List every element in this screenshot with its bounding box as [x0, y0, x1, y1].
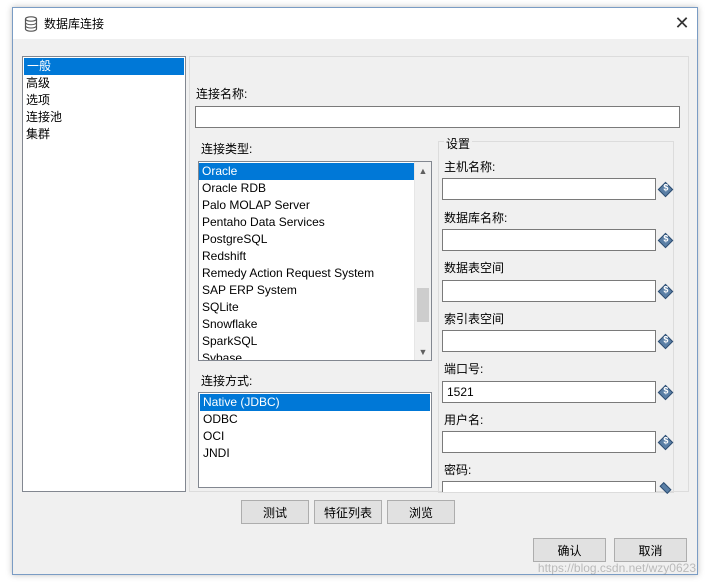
feature-list-button[interactable]: 特征列表	[314, 500, 382, 524]
connection-type-item[interactable]: Oracle RDB	[199, 180, 414, 197]
host-input[interactable]	[442, 178, 656, 200]
connection-type-list[interactable]: Oracle Oracle RDB Palo MOLAP Server Pentaho…	[198, 161, 432, 361]
access-method-item[interactable]: JNDI	[200, 445, 430, 462]
scroll-up-icon[interactable]: ▲	[415, 162, 431, 179]
nav-item[interactable]: 集群	[23, 126, 185, 143]
index-tablespace-input[interactable]	[442, 330, 656, 352]
username-label: 用户名:	[444, 413, 484, 427]
username-input[interactable]	[442, 431, 656, 453]
host-label: 主机名称:	[444, 160, 496, 174]
connection-type-item[interactable]: SparkSQL	[199, 333, 414, 350]
connection-type-item[interactable]: PostgreSQL	[199, 231, 414, 248]
close-button[interactable]: ✕	[667, 8, 697, 39]
connection-type-item[interactable]: Palo MOLAP Server	[199, 197, 414, 214]
access-method-item[interactable]: ODBC	[200, 411, 430, 428]
access-method-item[interactable]: Native (JDBC)	[200, 394, 430, 411]
password-input[interactable]	[442, 481, 656, 492]
nav-item[interactable]: 高级	[23, 75, 185, 92]
scroll-down-icon[interactable]: ▼	[415, 343, 431, 360]
connection-type-label: 连接类型:	[201, 142, 253, 156]
password-label: 密码:	[444, 463, 472, 477]
database-connection-dialog: 数据库连接 ✕ 一般 高级 选项 连接池 集群 连接名称: 连接类型: Oracle Or…	[12, 7, 698, 575]
connection-type-item[interactable]: Oracle	[199, 163, 414, 180]
port-label: 端口号:	[444, 362, 484, 376]
tablespace-input[interactable]	[442, 280, 656, 302]
connection-name-input[interactable]	[195, 106, 680, 128]
access-method-label: 连接方式:	[201, 374, 253, 388]
connection-name-label: 连接名称:	[196, 87, 248, 101]
connection-type-item[interactable]: Pentaho Data Services	[199, 214, 414, 231]
connection-type-item[interactable]: Sybase	[199, 350, 414, 360]
close-icon: ✕	[674, 13, 690, 33]
database-icon	[24, 15, 38, 32]
explore-button[interactable]: 浏览	[387, 500, 455, 524]
settings-group-title: 设置	[444, 135, 473, 152]
test-button[interactable]: 测试	[241, 500, 309, 524]
access-method-list[interactable]: Native (JDBC) ODBC OCI JNDI	[198, 392, 432, 488]
port-input[interactable]	[442, 381, 656, 403]
connection-type-item[interactable]: Redshift	[199, 248, 414, 265]
ok-button[interactable]: 确认	[533, 538, 606, 562]
nav-item[interactable]: 选项	[23, 92, 185, 109]
window-title: 数据库连接	[44, 17, 105, 31]
connection-type-item[interactable]: SAP ERP System	[199, 282, 414, 299]
watermark: https://blog.csdn.net/wzy0623	[537, 561, 696, 575]
access-method-item[interactable]: OCI	[200, 428, 430, 445]
nav-item[interactable]: 一般	[24, 58, 184, 75]
index-tablespace-label: 索引表空间	[444, 312, 505, 326]
scroll-thumb[interactable]	[417, 288, 429, 322]
tablespace-label: 数据表空间	[444, 261, 505, 275]
connection-type-scrollbar[interactable]: ▲ ▼	[414, 162, 431, 360]
connection-type-item[interactable]: SQLite	[199, 299, 414, 316]
title-bar: 数据库连接 ✕	[13, 8, 697, 39]
connection-type-item[interactable]: Snowflake	[199, 316, 414, 333]
category-list[interactable]: 一般 高级 选项 连接池 集群	[22, 56, 186, 492]
database-name-label: 数据库名称:	[444, 211, 508, 225]
connection-type-item[interactable]: Remedy Action Request System	[199, 265, 414, 282]
database-name-input[interactable]	[442, 229, 656, 251]
general-settings-panel: 连接名称: 连接类型: Oracle Oracle RDB Palo MOLAP S…	[189, 56, 689, 495]
nav-item[interactable]: 连接池	[23, 109, 185, 126]
cancel-button[interactable]: 取消	[614, 538, 687, 562]
